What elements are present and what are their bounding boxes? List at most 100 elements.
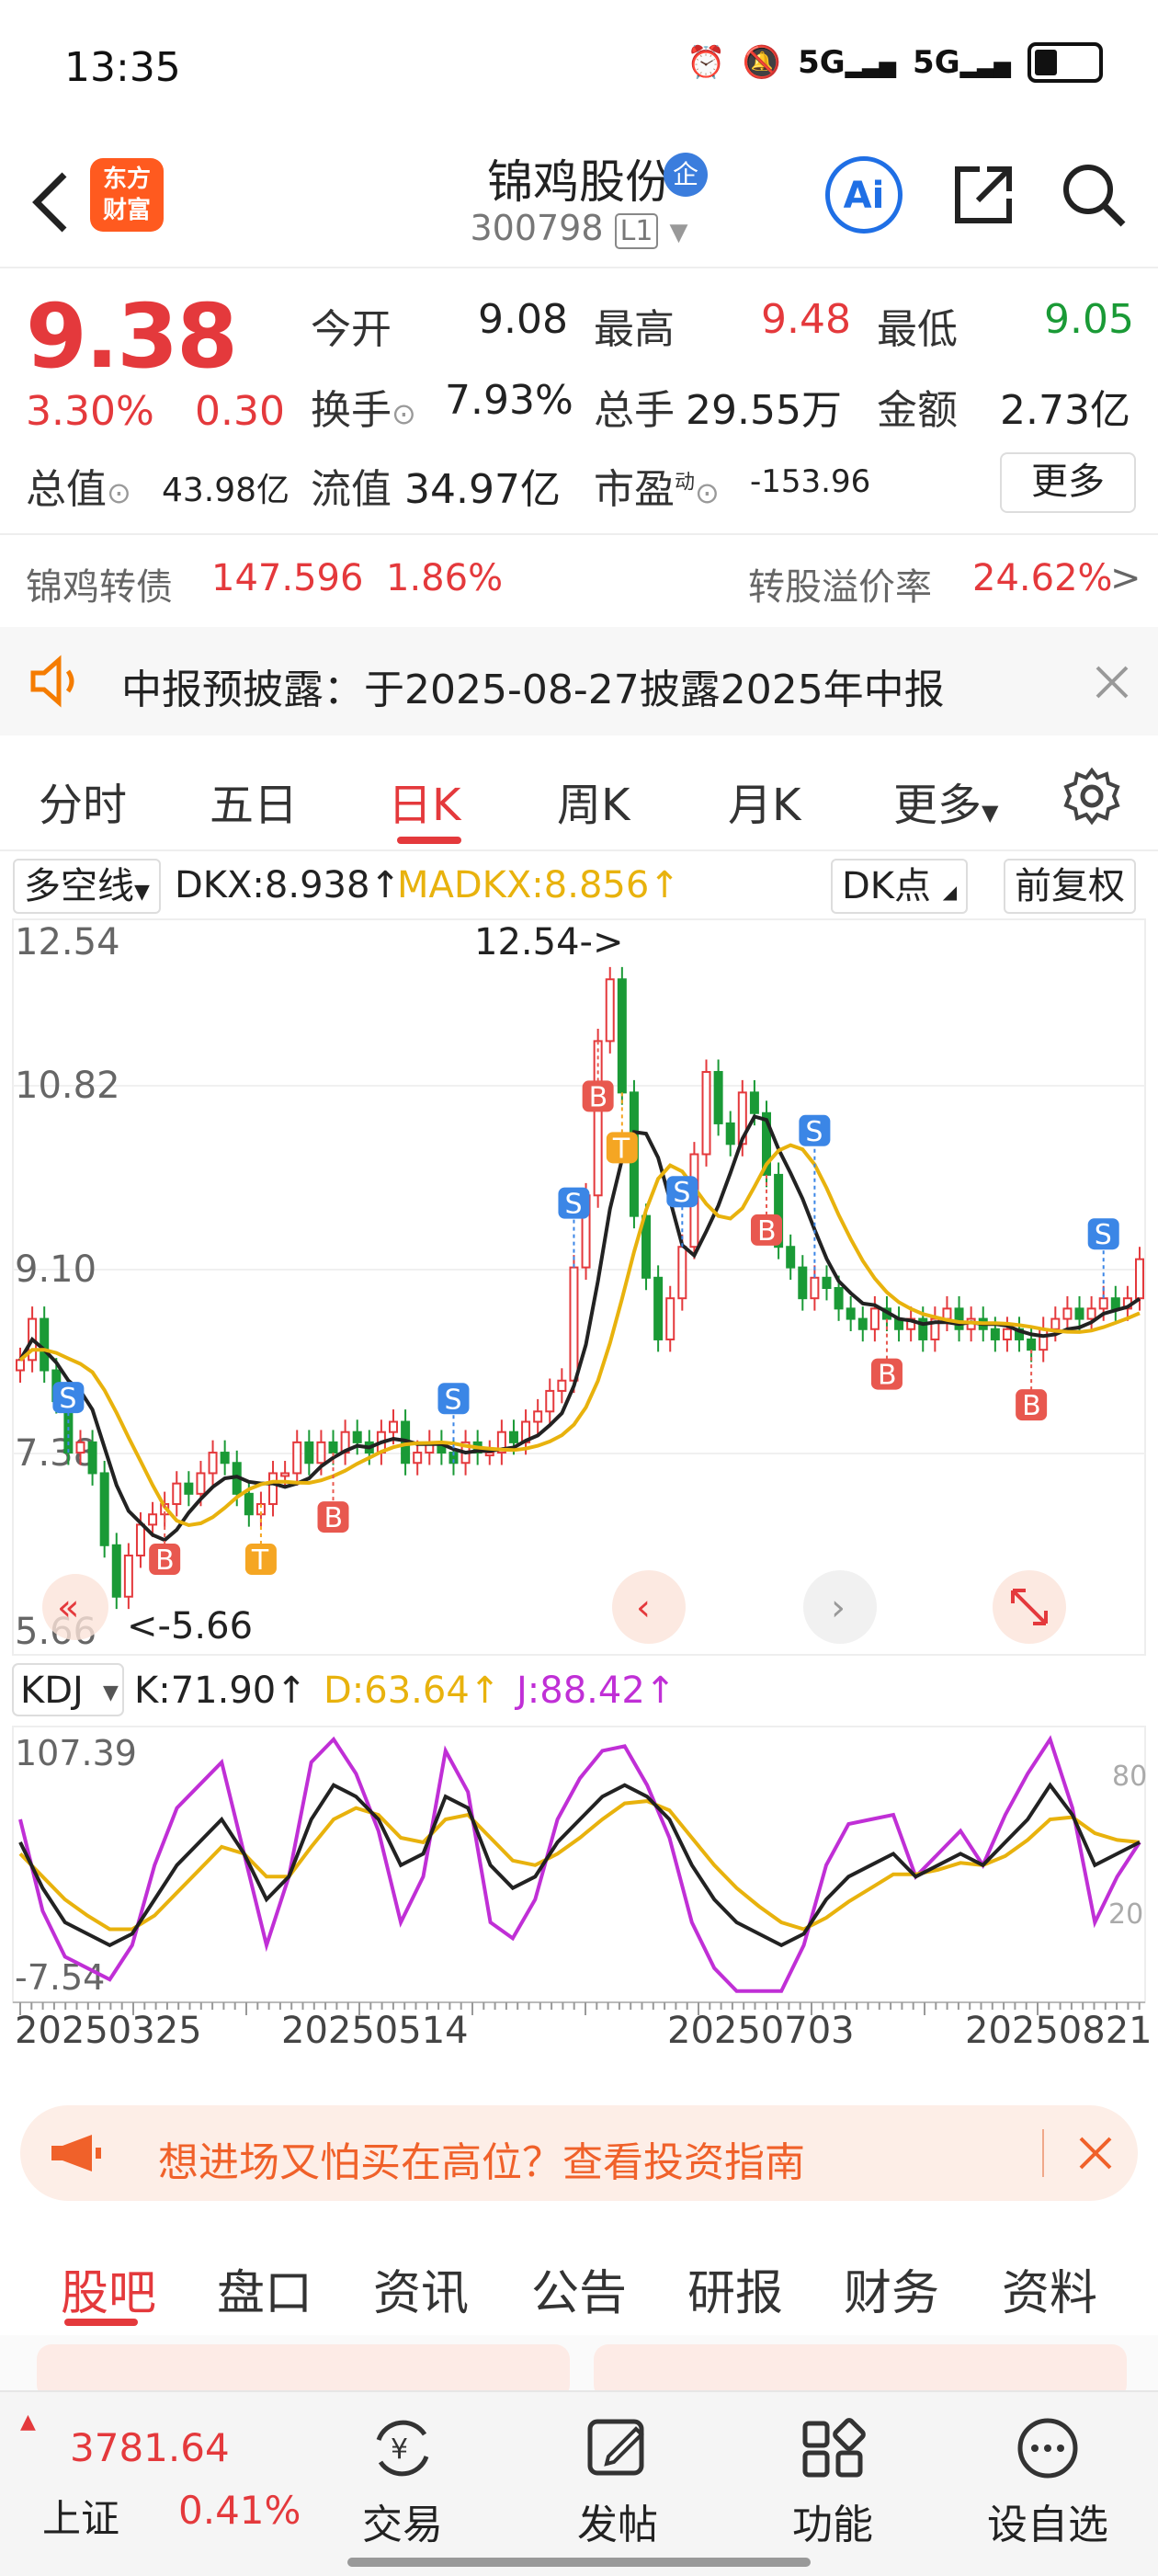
main-chart-area: 12.54 10.82 9.10 7.38 5.66 12.54-> <-5.6…: [12, 918, 1146, 1656]
tab-profile[interactable]: 资料: [1002, 2254, 1097, 2323]
candle: [1039, 1328, 1049, 1351]
svg-text:T: T: [251, 1544, 269, 1577]
candle: [942, 1307, 952, 1320]
chevron-down-icon: ▼: [982, 800, 999, 826]
notice-bar[interactable]: 中报预披露：于2025-08-27披露2025年中报: [0, 627, 1158, 735]
svg-text:‹: ‹: [636, 1587, 651, 1629]
candle: [545, 1389, 555, 1413]
investment-guide-banner[interactable]: 想进场又怕买在高位？查看投资指南: [20, 2105, 1138, 2201]
svg-text:S: S: [564, 1189, 582, 1221]
candle: [749, 1091, 759, 1114]
scroll-left-button[interactable]: ‹: [612, 1570, 686, 1644]
chevron-down-icon: ▼: [669, 219, 688, 246]
float-cap-label: 流值: [311, 466, 392, 513]
peak-annotation: 12.54->: [474, 921, 623, 963]
settings-gear-icon[interactable]: [1062, 767, 1121, 826]
svg-text:B: B: [324, 1502, 344, 1534]
enterprise-badge: 企: [664, 153, 708, 197]
adjust-select[interactable]: 前复权: [1004, 859, 1136, 914]
tab-pankou[interactable]: 盘口: [217, 2254, 312, 2323]
candle: [99, 1472, 109, 1546]
svg-text:B: B: [155, 1544, 175, 1577]
open-value: 9.08: [478, 296, 568, 343]
tab-guba[interactable]: 股吧: [61, 2254, 156, 2323]
candle: [111, 1544, 121, 1598]
speaker-icon: [30, 655, 74, 708]
nav-post-label: 发帖: [577, 2502, 658, 2548]
tab-announcements[interactable]: 公告: [531, 2254, 627, 2323]
close-icon[interactable]: [1077, 2135, 1114, 2171]
candle: [208, 1452, 218, 1475]
search-icon[interactable]: [1057, 158, 1130, 232]
candle: [268, 1472, 278, 1506]
tab-finance[interactable]: 财务: [844, 2254, 939, 2323]
tab-more[interactable]: 更多▼: [893, 769, 998, 833]
svg-text:B: B: [1022, 1390, 1041, 1422]
dkx-value: DKX:8.938↑: [175, 864, 401, 906]
tab-intraday[interactable]: 分时: [39, 769, 127, 833]
turnover-label: 换手⊙: [311, 387, 416, 434]
ai-assistant-button[interactable]: Ai: [825, 156, 903, 234]
content-cards-peek: [0, 2335, 1158, 2399]
close-icon[interactable]: [1094, 664, 1130, 701]
candle: [184, 1482, 194, 1495]
kdj-80: 80: [1112, 1761, 1147, 1793]
candle: [786, 1246, 796, 1269]
candle: [1086, 1307, 1096, 1320]
tab-weekly-k[interactable]: 周K: [557, 769, 630, 833]
more-dots-icon: [1017, 2418, 1078, 2479]
candle: [389, 1420, 398, 1433]
nav-post[interactable]: 发帖: [535, 2416, 700, 2550]
candle: [292, 1441, 302, 1475]
expand-icon[interactable]: [993, 1570, 1066, 1644]
tab-research[interactable]: 研报: [687, 2254, 783, 2323]
candle: [352, 1430, 362, 1443]
edit-icon: [587, 2419, 644, 2476]
nav-add-watchlist[interactable]: 设自选: [965, 2416, 1130, 2550]
pe-label: 市盈动⊙: [594, 466, 720, 513]
candle: [148, 1513, 158, 1526]
nav-trade[interactable]: ¥ 交易: [320, 2416, 485, 2550]
high-value: 9.48: [761, 296, 851, 343]
svg-text:S: S: [59, 1383, 76, 1415]
tab-news[interactable]: 资讯: [373, 2254, 469, 2323]
tab-monthly-k[interactable]: 月K: [728, 769, 800, 833]
kline-chart[interactable]: 12.54 10.82 9.10 7.38 5.66 12.54-> <-5.6…: [0, 916, 1158, 2083]
grid-icon: [802, 2418, 866, 2478]
scroll-right-button[interactable]: ›: [803, 1570, 877, 1644]
kline-tabs: 分时 五日 日K 周K 月K 更多▼: [0, 741, 1158, 851]
kdj-y-max: 107.39: [15, 1733, 137, 1773]
tab-daily-k[interactable]: 日K: [388, 769, 460, 833]
kdj-y-min: -7.54: [15, 1957, 105, 1998]
candle: [533, 1410, 543, 1423]
scroll-left-fast-button[interactable]: «: [42, 1574, 108, 1640]
candle: [798, 1266, 808, 1300]
candle: [1135, 1258, 1144, 1300]
index-percent: 0.41%: [178, 2488, 301, 2533]
y-label-max: 12.54: [15, 921, 120, 963]
yuan-exchange-icon: ¥: [376, 2420, 429, 2477]
change-amount: 0.30: [195, 388, 285, 435]
kdj-d-value: D:63.64↑: [324, 1670, 500, 1712]
chevron-down-icon: ▼: [134, 881, 150, 904]
bond-price: 147.596: [211, 557, 364, 599]
megaphone-icon: [51, 2135, 101, 2171]
divider: [1042, 2129, 1044, 2177]
more-button[interactable]: 更多: [1000, 452, 1136, 513]
candle: [954, 1307, 964, 1330]
volume-label: 总手: [594, 387, 675, 434]
tab-five-day[interactable]: 五日: [210, 769, 298, 833]
share-icon[interactable]: [947, 158, 1020, 232]
info-icon: ⊙: [107, 475, 131, 510]
dk-points-select[interactable]: DK点 ◢: [831, 859, 969, 914]
pe-value: -153.96: [750, 463, 871, 500]
main-indicator-select[interactable]: 多空线▼: [13, 859, 161, 914]
info-icon: ⊙: [695, 475, 720, 510]
candle: [508, 1430, 518, 1443]
amount-label: 金额: [877, 387, 958, 434]
premium-arrow[interactable]: >: [1110, 557, 1141, 599]
bond-label[interactable]: 锦鸡转债: [26, 557, 173, 610]
info-icon: ⊙: [392, 396, 416, 431]
nav-functions[interactable]: 功能: [750, 2416, 915, 2550]
index-value[interactable]: 3781.64: [70, 2425, 230, 2470]
